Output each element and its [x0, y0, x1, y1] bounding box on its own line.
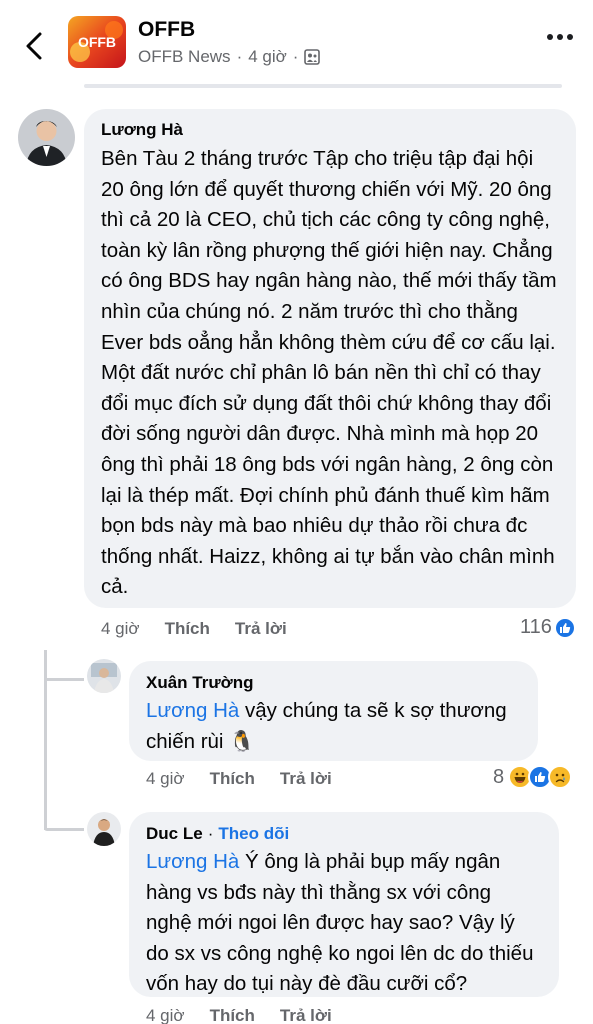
post-meta: OFFB News · 4 giờ ·	[138, 47, 321, 67]
header-divider	[84, 84, 562, 88]
author-separator: ·	[207, 824, 214, 843]
thread-line-branch	[44, 828, 84, 831]
comment-time: 4 giờ	[101, 619, 140, 638]
comment-text: Lương Hà vậy chúng ta sẽ k sợ thương chi…	[146, 696, 521, 757]
thread-line	[44, 650, 47, 830]
meta-separator: ·	[292, 47, 299, 66]
reaction-count: 8	[493, 765, 505, 788]
meta-separator: ·	[236, 47, 243, 66]
chevron-left-icon	[26, 32, 42, 60]
page-logo-text: OFFB	[78, 34, 116, 50]
comment-author[interactable]: Duc Le	[146, 824, 203, 844]
comment-time: 4 giờ	[146, 769, 185, 788]
like-button[interactable]: Thích	[210, 1006, 255, 1024]
comment-text: Lương Hà Ý ông là phải bụp mấy ngân hàng…	[146, 847, 542, 1000]
comment-bubble: Xuân Trường Lương Hà vậy chúng ta sẽ k s…	[129, 661, 538, 761]
audience-icon	[304, 49, 321, 65]
mention-link[interactable]: Lương Hà	[146, 850, 239, 873]
avatar[interactable]	[18, 109, 75, 166]
comment-actions: 4 giờ Thích Trả lời	[146, 769, 332, 789]
reactions-summary[interactable]: 116	[520, 616, 576, 639]
post-time: 4 giờ	[248, 47, 287, 66]
page-name[interactable]: OFFB	[138, 18, 195, 42]
dot-icon	[547, 34, 553, 40]
dot-icon	[567, 34, 573, 40]
back-button[interactable]	[18, 28, 50, 64]
post-header: OFFB OFFB OFFB News · 4 giờ ·	[0, 0, 593, 92]
follow-button[interactable]: Theo dõi	[218, 824, 289, 844]
page-avatar[interactable]: OFFB	[68, 16, 126, 68]
source-name[interactable]: OFFB News	[138, 47, 231, 67]
reaction-count: 116	[520, 616, 552, 638]
avatar[interactable]	[87, 812, 121, 846]
reply-button[interactable]: Trả lời	[280, 769, 332, 789]
comment-author[interactable]: Lương Hà	[101, 120, 559, 140]
reply-button[interactable]: Trả lời	[235, 619, 287, 639]
comment-text: Bên Tàu 2 tháng trước Tập cho triệu tập …	[101, 147, 557, 599]
thread-line-branch	[44, 678, 84, 681]
comment-bubble: Duc Le · Theo dõi Lương Hà Ý ông là phải…	[129, 812, 559, 997]
reactions-summary[interactable]: 8	[493, 765, 573, 789]
like-reaction-icon	[553, 616, 576, 639]
comment-actions: 4 giờ Thích Trả lời	[146, 1006, 332, 1024]
avatar[interactable]	[87, 659, 121, 693]
like-button[interactable]: Thích	[210, 769, 255, 789]
reply-button[interactable]: Trả lời	[280, 1006, 332, 1024]
comment-time: 4 giờ	[146, 1006, 185, 1024]
like-button[interactable]: Thích	[165, 619, 210, 639]
mention-link[interactable]: Lương Hà	[146, 699, 239, 722]
more-options-button[interactable]	[547, 34, 573, 40]
comment-author[interactable]: Xuân Trường	[146, 673, 521, 693]
comment-author-line: Duc Le · Theo dõi	[146, 824, 542, 844]
sad-reaction-icon	[548, 765, 573, 789]
comment-actions: 4 giờ Thích Trả lời	[101, 619, 287, 639]
dot-icon	[557, 34, 563, 40]
comment-bubble: Lương Hà Bên Tàu 2 tháng trước Tập cho t…	[84, 109, 576, 608]
